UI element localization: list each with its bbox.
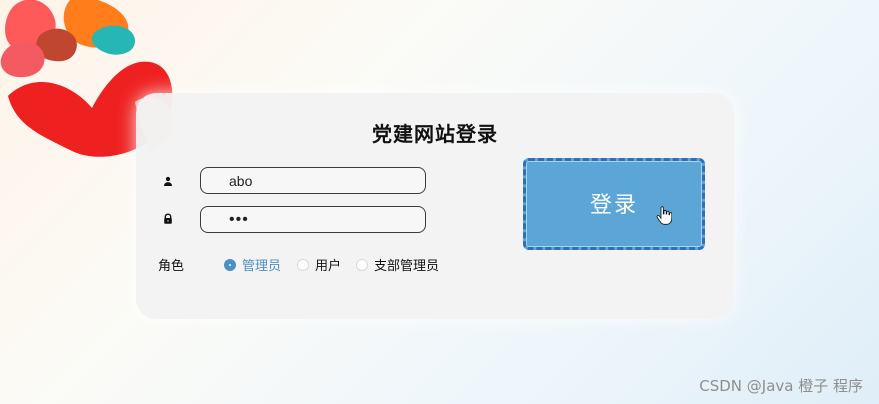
password-field[interactable] xyxy=(200,206,426,233)
role-radio-admin[interactable]: 管理员 xyxy=(224,255,281,274)
role-radio-branch-admin[interactable]: 支部管理员 xyxy=(356,255,439,274)
radio-dot-branch-admin xyxy=(356,258,368,271)
login-card: 党建网站登录 角色 管理员 用户 支部管理员 登录 xyxy=(136,93,734,319)
role-label: 角色 xyxy=(158,259,185,274)
login-button[interactable]: 登录 xyxy=(523,158,705,250)
role-option-user-label: 用户 xyxy=(315,259,342,274)
user-icon xyxy=(164,176,172,186)
radio-dot-admin xyxy=(224,258,236,271)
role-radio-user[interactable]: 用户 xyxy=(297,255,341,274)
role-option-branch-admin-label: 支部管理员 xyxy=(374,259,440,274)
hand-pointer-icon xyxy=(656,206,672,225)
radio-dot-user xyxy=(297,258,309,271)
lock-icon xyxy=(164,213,172,224)
username-field[interactable] xyxy=(200,167,426,194)
role-option-admin-label: 管理员 xyxy=(242,259,282,274)
page-title: 党建网站登录 xyxy=(372,122,498,146)
watermark-text: CSDN @Java 橙子 程序 xyxy=(699,377,863,395)
